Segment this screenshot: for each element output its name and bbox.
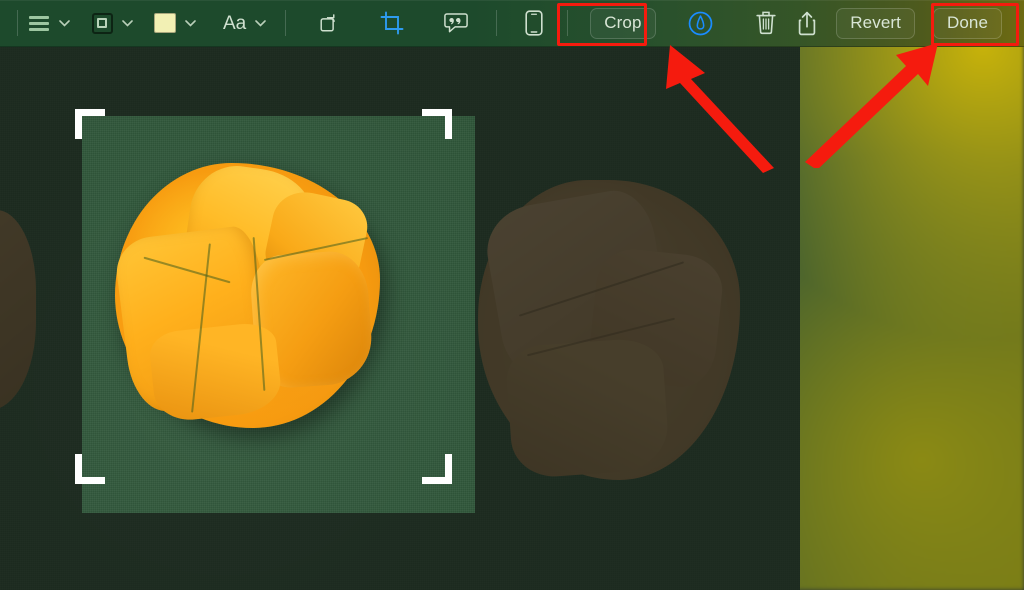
shape-style-icon	[91, 12, 113, 34]
shape-style-button[interactable]	[85, 7, 119, 39]
orange-paper-ball-cropped	[112, 160, 380, 428]
speech-bubble-icon	[444, 13, 469, 33]
share-button[interactable]	[790, 7, 824, 39]
share-icon	[799, 11, 816, 35]
sketch-style-button[interactable]	[22, 7, 56, 39]
crop-icon	[380, 11, 404, 35]
markup-toolbar[interactable]: Aa Crop Revert Done	[0, 0, 1024, 47]
chevron-down-icon[interactable]	[120, 19, 134, 27]
toolbar-divider	[17, 10, 18, 36]
chevron-down-icon[interactable]	[57, 19, 71, 27]
rotate-left-button[interactable]	[312, 7, 346, 39]
trash-icon	[755, 11, 776, 35]
crop-button[interactable]: Crop	[590, 7, 656, 39]
chevron-down-icon[interactable]	[183, 19, 197, 27]
chevron-down-icon[interactable]	[253, 19, 267, 27]
crop-selection-region[interactable]	[82, 116, 475, 513]
markup-circle-icon	[688, 11, 712, 35]
done-button[interactable]: Done	[932, 7, 1002, 39]
toolbar-divider	[285, 10, 287, 36]
text-style-button[interactable]: Aa	[217, 7, 252, 39]
image-canvas[interactable]	[0, 47, 800, 590]
toolbar-divider	[496, 10, 498, 36]
markup-pen-button[interactable]	[682, 7, 719, 39]
quick-look-window: Aa Crop Revert Done	[0, 0, 1024, 590]
iphone-icon	[525, 10, 543, 36]
rotate-icon	[320, 14, 336, 32]
lines-icon	[29, 15, 49, 31]
color-swatch-icon	[154, 13, 176, 33]
toolbar-divider	[567, 10, 569, 36]
annotate-button[interactable]	[438, 7, 474, 39]
revert-button[interactable]: Revert	[836, 7, 915, 39]
text-style-label: Aa	[223, 12, 247, 34]
border-color-button[interactable]	[148, 7, 182, 39]
crop-tool-button[interactable]	[374, 7, 410, 39]
insert-from-iphone-button[interactable]	[517, 7, 551, 39]
delete-button[interactable]	[749, 7, 783, 39]
